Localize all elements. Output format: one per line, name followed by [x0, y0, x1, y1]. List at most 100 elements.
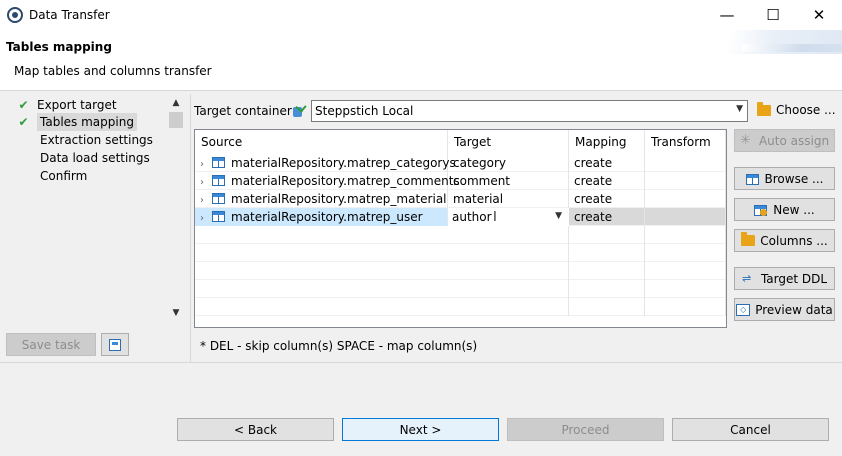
new-table-button[interactable]: New ... — [734, 198, 835, 221]
back-button[interactable]: < Back — [177, 418, 334, 441]
scroll-up-icon[interactable]: ▲ — [169, 96, 183, 110]
auto-assign-button[interactable]: ✳ Auto assign — [734, 129, 835, 152]
preview-icon: ◇ — [736, 303, 751, 316]
table-row-selected[interactable]: › materialRepository.matrep_user author I… — [195, 208, 726, 226]
source-cell: materialRepository.matrep_user — [231, 210, 423, 224]
column-header-source[interactable]: Source — [195, 130, 448, 154]
wizard-steps-list: ✔ Export target ✔ Tables mapping Extract… — [8, 96, 183, 322]
table-icon — [212, 175, 225, 186]
table-icon — [745, 173, 760, 185]
target-container-value: Steppstich Local — [315, 104, 414, 118]
app-icon — [7, 7, 23, 23]
task-config-icon — [109, 338, 121, 351]
target-ddl-label: Target DDL — [760, 271, 828, 286]
nav-item-label: Extraction settings — [40, 133, 153, 147]
target-editor-value: author — [452, 210, 492, 224]
check-icon: ✔ — [18, 115, 29, 129]
source-cell: materialRepository.matrep_comments — [231, 174, 460, 188]
mapping-cell[interactable]: create — [569, 190, 645, 208]
header-decoration-stripe — [742, 44, 842, 52]
maximize-button[interactable]: ☐ — [750, 0, 796, 30]
footer-separator — [0, 362, 842, 363]
table-icon — [212, 193, 225, 204]
empty-row — [195, 262, 726, 280]
nav-item-tables-mapping[interactable]: ✔ Tables mapping — [17, 113, 137, 131]
table-icon — [212, 211, 225, 222]
mapping-cell[interactable]: create — [569, 172, 645, 190]
column-header-target[interactable]: Target — [448, 130, 569, 154]
chevron-down-icon[interactable]: ▼ — [555, 211, 562, 221]
nav-item-label: Data load settings — [40, 151, 150, 165]
mapping-cell[interactable]: create — [569, 208, 645, 226]
text-cursor-icon: I — [493, 210, 497, 225]
source-cell: materialRepository.matrep_material — [231, 192, 447, 206]
target-container-select[interactable]: Steppstich Local ▼ — [311, 100, 748, 122]
save-task-button[interactable]: Save task — [6, 333, 96, 356]
target-cell[interactable]: category — [448, 154, 569, 172]
ddl-icon: ⇌ — [741, 271, 752, 285]
mapping-cell[interactable]: create — [569, 154, 645, 172]
auto-assign-icon: ✳ — [739, 132, 751, 148]
transform-cell[interactable] — [645, 154, 726, 172]
transform-cell[interactable] — [645, 172, 726, 190]
target-cell-editor[interactable]: author I ▼ — [448, 208, 569, 226]
panel-divider — [190, 94, 191, 362]
source-cell: materialRepository.matrep_categorys — [231, 156, 456, 170]
table-row[interactable]: › materialRepository.matrep_categorys cat… — [195, 154, 726, 172]
close-button[interactable]: ✕ — [796, 0, 842, 30]
browse-button[interactable]: Browse ... — [734, 167, 835, 190]
nav-item-label: Tables mapping — [37, 113, 137, 131]
columns-button[interactable]: Columns ... — [734, 229, 835, 252]
database-icon — [291, 101, 307, 118]
cancel-button[interactable]: Cancel — [672, 418, 829, 441]
title-bar: Data Transfer — ☐ ✕ — [0, 0, 842, 30]
nav-item-extraction-settings[interactable]: Extraction settings — [40, 131, 153, 149]
page-subtitle: Map tables and columns transfer — [14, 64, 212, 78]
scroll-down-icon[interactable]: ▼ — [169, 306, 183, 320]
table-row[interactable]: › materialRepository.matrep_comments comm… — [195, 172, 726, 190]
target-cell[interactable]: material — [448, 190, 569, 208]
mapping-table[interactable]: Source Target Mapping Transform › materia… — [194, 129, 727, 328]
empty-row — [195, 298, 726, 316]
nav-item-label: Export target — [37, 98, 117, 112]
keyboard-hint: * DEL - skip column(s) SPACE - map colum… — [200, 339, 478, 353]
auto-assign-label: Auto assign — [758, 133, 830, 148]
table-row[interactable]: › materialRepository.matrep_material mate… — [195, 190, 726, 208]
column-header-transform[interactable]: Transform — [645, 130, 726, 154]
empty-row — [195, 226, 726, 244]
wizard-header: Tables mapping Map tables and columns tr… — [0, 30, 842, 91]
minimize-button[interactable]: — — [704, 0, 750, 30]
table-icon — [212, 157, 225, 168]
preview-data-button[interactable]: ◇ Preview data — [734, 298, 835, 321]
target-cell[interactable]: comment — [448, 172, 569, 190]
choose-label: Choose ... — [776, 103, 836, 117]
new-table-icon — [754, 204, 768, 216]
proceed-button[interactable]: Proceed — [507, 418, 664, 441]
nav-item-confirm[interactable]: Confirm — [40, 167, 87, 185]
page-title: Tables mapping — [6, 40, 112, 54]
nav-scroll-thumb[interactable] — [169, 112, 183, 128]
nav-item-label: Confirm — [40, 169, 88, 183]
new-label: New ... — [773, 202, 815, 217]
folder-icon — [757, 101, 771, 116]
chevron-down-icon: ▼ — [736, 104, 743, 114]
folder-icon — [741, 232, 756, 246]
next-button[interactable]: Next > — [342, 418, 499, 441]
columns-label: Columns ... — [760, 233, 828, 248]
transform-cell[interactable] — [645, 190, 726, 208]
target-container-label: Target container: — [194, 104, 296, 118]
transform-cell[interactable] — [645, 208, 726, 226]
task-config-button[interactable] — [101, 333, 129, 356]
browse-label: Browse ... — [764, 171, 824, 186]
target-ddl-button[interactable]: ⇌ Target DDL — [734, 267, 835, 290]
nav-scrollbar[interactable]: ▲ ▼ — [169, 96, 183, 322]
nav-item-data-load-settings[interactable]: Data load settings — [40, 149, 150, 167]
empty-row — [195, 244, 726, 262]
column-header-mapping[interactable]: Mapping — [569, 130, 645, 154]
preview-label: Preview data — [755, 302, 833, 317]
check-icon: ✔ — [18, 98, 29, 112]
choose-container-button[interactable]: Choose ... — [757, 101, 836, 117]
nav-item-export-target[interactable]: ✔ Export target — [17, 96, 117, 114]
empty-row — [195, 280, 726, 298]
window-title: Data Transfer — [29, 8, 110, 22]
